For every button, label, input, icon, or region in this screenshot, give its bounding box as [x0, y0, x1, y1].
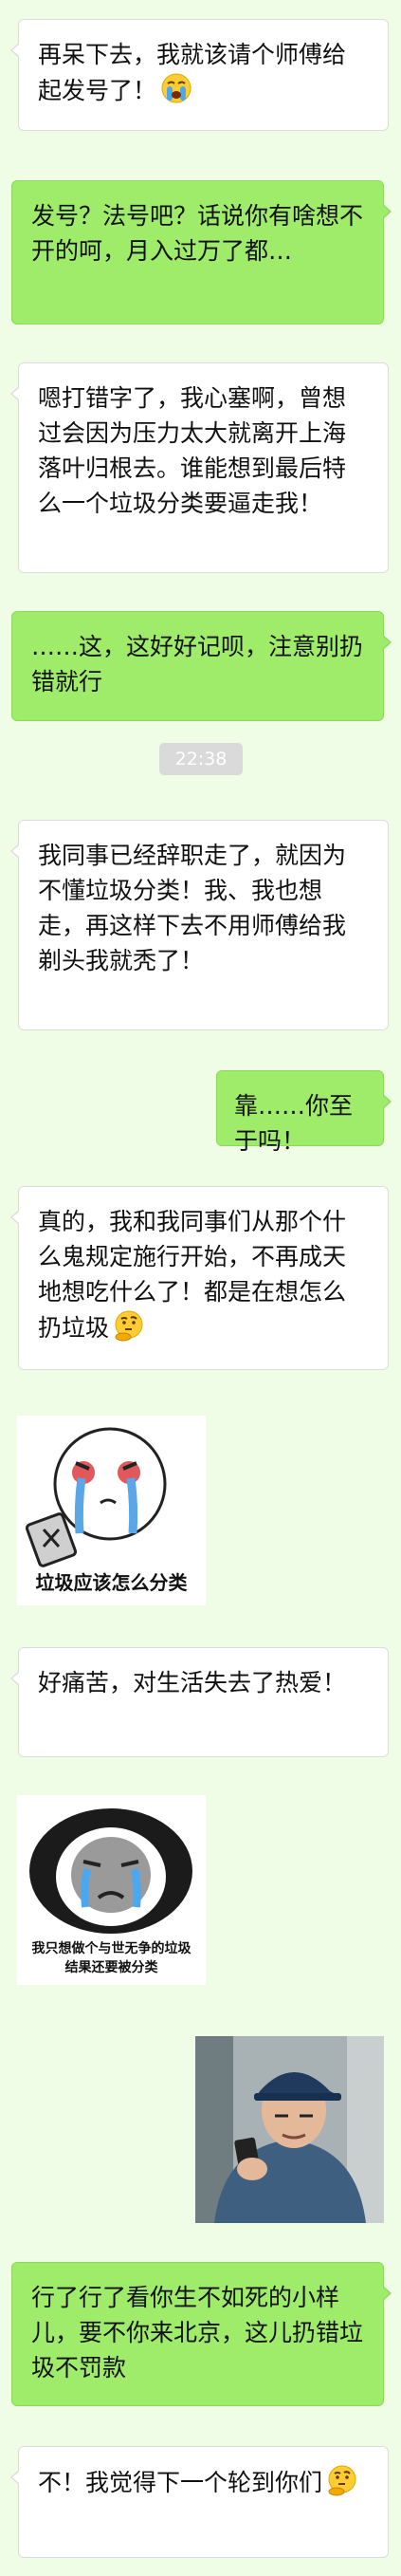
- message-text-4: ……这，这好好记呗，注意别扔错就行: [31, 633, 364, 695]
- thinking-face-icon: [115, 1310, 143, 1342]
- message-text-6: 靠……你至于吗！: [234, 1092, 354, 1155]
- message-text-8: 好痛苦，对生活失去了热爱！: [38, 1669, 347, 1696]
- message-text-10: 不！我觉得下一个轮到你们: [38, 2469, 323, 2496]
- sticker-caption-1: 垃圾应该怎么分类: [35, 1571, 188, 1594]
- message-text-9: 行了行了看你生不如死的小样儿，要不你来北京，这儿扔错垃圾不罚款: [31, 2284, 364, 2381]
- sticker-caption-2-line1: 我只想做个与世无争的垃圾: [31, 1941, 191, 1956]
- crying-face-drawing: [25, 1427, 167, 1567]
- message-bubble-1[interactable]: 再呆下去，我就该请个师傅给起发号了！: [10, 19, 389, 131]
- message-text-5: 我同事已经辞职走了，就因为不懂垃圾分类！我、我也想走，再这样下去不用师傅给我剃头…: [38, 842, 347, 974]
- message-text-3: 嗯打错字了，我心塞啊，曾想过会因为压力太大就离开上海落叶归根去。谁能想到最后特么…: [38, 384, 347, 517]
- message-bubble-6[interactable]: 靠……你至于吗！: [216, 1070, 392, 1155]
- message-bubble-2[interactable]: 发号？法号吧？话说你有啥想不开的呵，月入过万了都…: [11, 180, 392, 324]
- elderly-man-phone-photo[interactable]: [195, 2036, 384, 2223]
- message-bubble-9[interactable]: 行了行了看你生不如死的小样儿，要不你来北京，这儿扔错垃圾不罚款: [11, 2262, 392, 2406]
- message-bubble-3[interactable]: 嗯打错字了，我心塞啊，曾想过会因为压力太大就离开上海落叶归根去。谁能想到最后特么…: [10, 362, 389, 573]
- message-text-2: 发号？法号吧？话说你有啥想不开的呵，月入过万了都…: [31, 202, 364, 265]
- message-bubble-4[interactable]: ……这，这好好记呗，注意别扔错就行: [11, 611, 392, 721]
- photo-illustration: [195, 2036, 384, 2223]
- sticker-caption-2-line2: 结果还要被分类: [64, 1960, 158, 1975]
- crying-face-icon: [161, 73, 191, 103]
- message-bubble-10[interactable]: 不！我觉得下一个轮到你们: [10, 2446, 389, 2558]
- panda-face-drawing: [29, 1808, 192, 1934]
- message-text-7: 真的，我和我同事们从那个什么鬼规定施行开始，不再成天地想吃什么了！都是在想怎么扔…: [38, 1208, 347, 1342]
- message-bubble-5[interactable]: 我同事已经辞职走了，就因为不懂垃圾分类！我、我也想走，再这样下去不用师傅给我剃头…: [10, 820, 389, 1030]
- thinking-face-icon: [328, 2465, 356, 2496]
- panda-meme-sticker[interactable]: 我只想做个与世无争的垃圾 结果还要被分类: [17, 1795, 206, 1985]
- crying-meme-sticker[interactable]: 垃圾应该怎么分类: [17, 1416, 206, 1605]
- message-bubble-7[interactable]: 真的，我和我同事们从那个什么鬼规定施行开始，不再成天地想吃什么了！都是在想怎么扔…: [10, 1186, 389, 1370]
- message-bubble-8[interactable]: 好痛苦，对生活失去了热爱！: [10, 1647, 389, 1757]
- timestamp: 22:38: [159, 743, 243, 775]
